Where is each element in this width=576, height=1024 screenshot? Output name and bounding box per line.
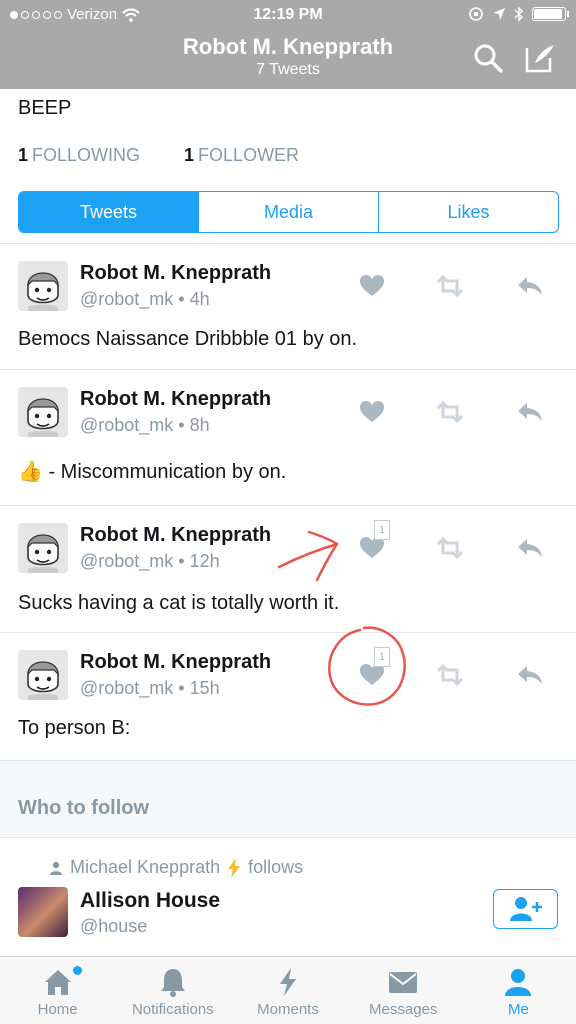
retweet-icon[interactable] xyxy=(435,400,465,424)
tweet[interactable]: Robot M. Knepprath @robot_mk • 15h 1 To per… xyxy=(0,632,576,760)
profile-tabs: Tweets Media Likes xyxy=(18,191,559,233)
retweet-icon[interactable] xyxy=(435,663,465,687)
reply-icon[interactable] xyxy=(515,663,545,687)
profile-bio: BEEP xyxy=(18,97,72,119)
retweet-icon[interactable] xyxy=(435,536,465,560)
followers-label: FOLLOWER xyxy=(198,145,300,165)
bell-icon xyxy=(160,969,185,997)
tabbar-me[interactable]: Me xyxy=(461,957,576,1024)
context-name: Michael Knepprath xyxy=(70,857,221,877)
add-user-icon xyxy=(509,897,542,921)
like-count-badge: 1 xyxy=(374,520,390,540)
following-label: FOLLOWING xyxy=(32,145,141,165)
search-icon[interactable] xyxy=(472,42,504,74)
tabbar-me-label: Me xyxy=(507,1001,529,1018)
tweet-meta: @robot_mk • 15h xyxy=(80,678,220,698)
tweet-author-name[interactable]: Robot M. Knepprath xyxy=(80,651,271,674)
tweet-text: Sucks having a cat is totally worth it. xyxy=(18,592,340,614)
tweet-meta: @robot_mk • 12h xyxy=(80,551,220,571)
reply-icon[interactable] xyxy=(515,536,545,560)
like-count-badge: 1 xyxy=(374,647,390,667)
avatar[interactable] xyxy=(18,261,68,311)
tweet-text: Bemocs Naissance Dribbble 01 by on. xyxy=(18,328,358,350)
tab-media[interactable]: Media xyxy=(199,192,379,232)
retweet-icon[interactable] xyxy=(435,274,465,298)
person-icon xyxy=(505,969,532,996)
tweet-author-name[interactable]: Robot M. Knepprath xyxy=(80,524,271,547)
tabbar-home[interactable]: Home xyxy=(0,957,115,1024)
suggestion-handle: @house xyxy=(80,916,148,936)
lightning-icon xyxy=(228,857,241,878)
like-icon[interactable] xyxy=(357,400,387,424)
followers-link[interactable]: 1 FOLLOWER xyxy=(184,145,299,166)
tab-likes[interactable]: Likes xyxy=(379,192,558,232)
avatar[interactable] xyxy=(18,523,68,573)
profile-stats: 1 FOLLOWING 1 FOLLOWER xyxy=(18,145,299,166)
avatar[interactable] xyxy=(18,387,68,437)
battery-icon xyxy=(532,7,569,21)
tab-tweets[interactable]: Tweets xyxy=(19,192,199,232)
following-link[interactable]: 1 FOLLOWING xyxy=(18,145,140,166)
bluetooth-icon xyxy=(514,6,523,22)
tabbar-notifications[interactable]: Notifications xyxy=(115,957,230,1024)
home-icon xyxy=(44,970,71,995)
envelope-icon xyxy=(389,972,418,993)
tweet[interactable]: Robot M. Knepprath @robot_mk • 4h Bemocs N… xyxy=(0,243,576,369)
follow-suggestion[interactable]: Michael Knepprath follows Allison House … xyxy=(0,838,576,956)
reply-icon[interactable] xyxy=(515,274,545,298)
follow-button[interactable] xyxy=(493,889,558,929)
lightning-icon xyxy=(280,968,296,996)
tweet-meta: @robot_mk • 8h xyxy=(80,415,210,435)
context-suffix: follows xyxy=(248,857,304,877)
tabbar-messages[interactable]: Messages xyxy=(346,957,461,1024)
tweet[interactable]: Robot M. Knepprath @robot_mk • 8h 👍 - Misc… xyxy=(0,369,576,505)
status-bar: Verizon 12:19 PM xyxy=(0,4,576,26)
compose-icon[interactable] xyxy=(524,42,556,74)
following-count: 1 xyxy=(18,145,29,165)
suggestion-name[interactable]: Allison House xyxy=(80,889,220,913)
reply-icon[interactable] xyxy=(515,400,545,424)
tabbar-messages-label: Messages xyxy=(369,1001,438,1018)
person-small-icon xyxy=(50,861,62,875)
tweet-text: 👍 - Miscommunication by on. xyxy=(18,461,287,483)
who-to-follow-header: Who to follow xyxy=(0,760,576,838)
notification-dot xyxy=(73,966,82,975)
tabbar-moments[interactable]: Moments xyxy=(230,957,345,1024)
avatar[interactable] xyxy=(18,650,68,700)
tweet-author-name[interactable]: Robot M. Knepprath xyxy=(80,262,271,285)
orientation-lock-icon xyxy=(469,7,483,21)
tweet-author-name[interactable]: Robot M. Knepprath xyxy=(80,388,271,411)
tweet-text: To person B: xyxy=(18,717,131,739)
tab-bar: Home Notifications Moments Messages Me xyxy=(0,956,576,1024)
like-icon[interactable] xyxy=(357,274,387,298)
location-arrow-icon xyxy=(493,8,505,20)
who-to-follow-title: Who to follow xyxy=(18,797,150,819)
tabbar-notifications-label: Notifications xyxy=(131,1001,214,1018)
followers-count: 1 xyxy=(184,145,195,165)
avatar[interactable] xyxy=(18,887,68,937)
navigation-bar: Verizon 12:19 PM Robot M. Knepprath 7 Tw xyxy=(0,0,576,89)
tabbar-moments-label: Moments xyxy=(257,1001,319,1018)
tweet-meta: @robot_mk • 4h xyxy=(80,289,210,309)
suggestion-context: Michael Knepprath follows xyxy=(48,857,303,878)
tweet[interactable]: Robot M. Knepprath @robot_mk • 12h 1 Sucks … xyxy=(0,505,576,632)
tabbar-home-label: Home xyxy=(37,1001,78,1018)
